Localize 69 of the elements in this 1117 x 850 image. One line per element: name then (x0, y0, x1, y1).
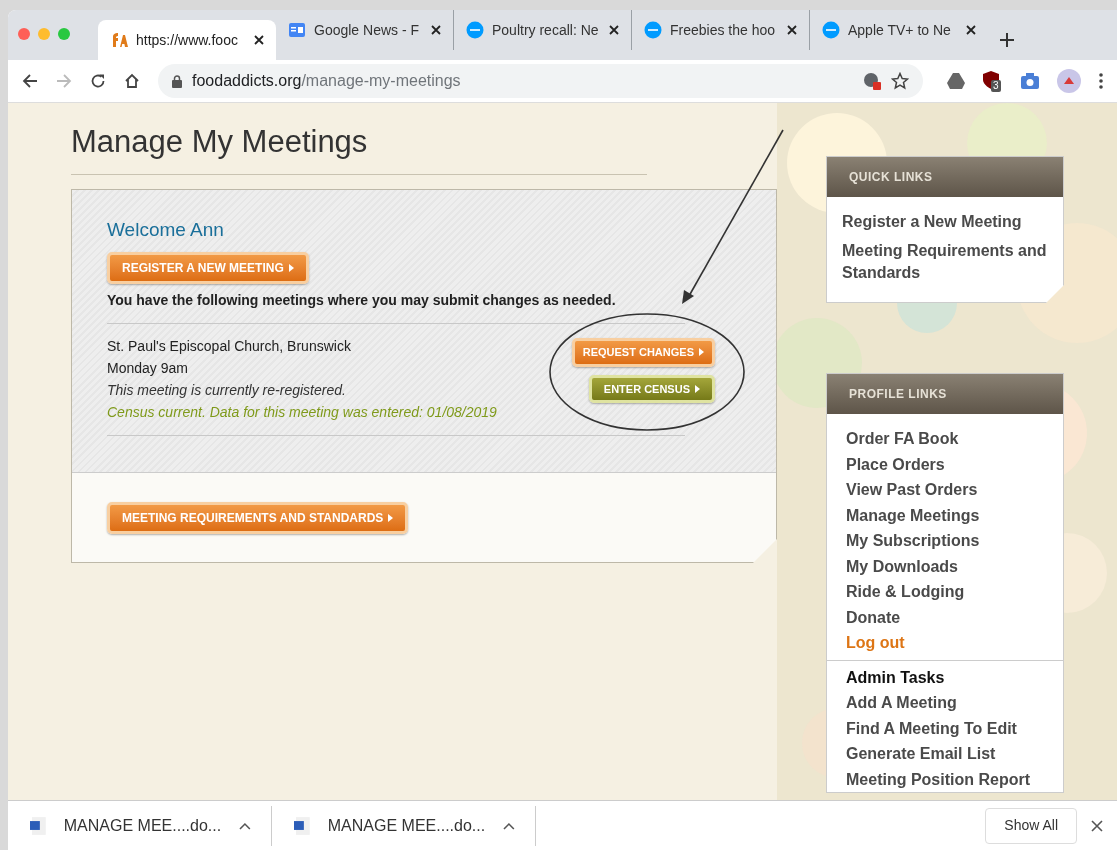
browser-tab[interactable]: Apple TV+ to Ne (810, 10, 988, 50)
download-item[interactable]: MANAGE MEE....do... (8, 805, 272, 846)
close-icon[interactable] (609, 25, 619, 35)
document-icon (30, 816, 46, 835)
admin-heading: Admin Tasks (827, 659, 1063, 690)
tab-title: https://www.fooc (136, 30, 239, 50)
quick-link[interactable]: Register a New Meeting (842, 211, 1048, 233)
browser-tab[interactable]: https://www.fooc (98, 20, 276, 60)
caret-icon (388, 513, 394, 522)
circle-logo-icon (822, 21, 840, 39)
back-icon[interactable] (22, 73, 38, 89)
close-icon[interactable] (966, 25, 976, 35)
close-icon[interactable] (254, 35, 264, 45)
download-item[interactable]: MANAGE MEE....do... (272, 805, 536, 846)
caret-up-icon[interactable] (239, 821, 251, 830)
browser-tab[interactable]: Poultry recall: Ne (454, 10, 632, 50)
welcome-heading: Welcome Ann (107, 217, 225, 242)
profile-link[interactable]: Find A Meeting To Edit (827, 715, 1063, 741)
caret-up-icon[interactable] (503, 821, 515, 830)
panel-header: QUICK LINKS (827, 157, 1063, 197)
profile-link[interactable]: View Past Orders (827, 477, 1063, 503)
caret-icon (288, 264, 294, 272)
profile-link[interactable]: Order FA Book (827, 426, 1063, 452)
file-name: MANAGE MEE....do... (327, 815, 486, 836)
profile-link[interactable]: Manage Meetings (827, 502, 1063, 528)
address-bar[interactable]: foodaddicts.org/manage-my-meetings (158, 64, 923, 98)
show-all-button[interactable]: Show All (985, 807, 1077, 844)
file-name: MANAGE MEE....do... (63, 815, 222, 836)
circle-logo-icon (644, 21, 662, 39)
tab-title: Poultry recall: Ne (492, 20, 600, 40)
caret-icon (695, 384, 700, 393)
intro-text: You have the following meetings where you may submit changes as needed. (107, 291, 617, 310)
document-icon (294, 816, 310, 835)
census-status: Census current. Data for this meeting was entered: 01/08/2019 (107, 404, 497, 421)
meeting-time: Monday 9am (107, 360, 189, 377)
lock-icon (172, 74, 182, 88)
profile-link[interactable]: Place Orders (827, 451, 1063, 477)
star-icon[interactable] (891, 72, 909, 90)
close-icon[interactable] (1091, 819, 1103, 832)
url-text: foodaddicts.org/manage-my-meetings (192, 71, 461, 91)
home-icon[interactable] (124, 73, 140, 89)
profile-link[interactable]: Ride & Lodging (827, 579, 1063, 605)
extension-badge: 3 (991, 80, 1001, 92)
tab-title: Apple TV+ to Ne (848, 20, 952, 40)
caret-icon (699, 348, 704, 357)
browser-tab[interactable]: Freebies the hoo (632, 10, 810, 50)
profile-link[interactable]: Meeting Position Report (827, 766, 1063, 792)
news-icon (288, 21, 306, 39)
tab-title: Google News - F (314, 20, 421, 40)
circle-logo-icon (466, 21, 484, 39)
menu-icon[interactable] (1099, 73, 1103, 89)
close-icon[interactable] (431, 25, 441, 35)
meeting-status: This meeting is currently re-registered. (107, 382, 347, 399)
quick-link[interactable]: Meeting Requirements and Standards (842, 240, 1048, 284)
browser-tab[interactable]: Google News - F (276, 10, 454, 50)
panel-header: PROFILE LINKS (827, 374, 1063, 414)
new-tab-icon[interactable] (1000, 33, 1014, 47)
profile-link[interactable]: Add A Meeting (827, 690, 1063, 716)
avatar-icon[interactable] (1057, 69, 1081, 93)
profile-link[interactable]: My Downloads (827, 553, 1063, 579)
profile-link[interactable]: Donate (827, 604, 1063, 630)
close-icon[interactable] (787, 25, 797, 35)
camera-icon[interactable] (1021, 73, 1039, 89)
meeting-name: St. Paul's Episcopal Church, Brunswick (107, 338, 352, 355)
profile-link[interactable]: Generate Email List (827, 741, 1063, 767)
page-title: Manage My Meetings (71, 119, 647, 175)
profile-link[interactable]: My Subscriptions (827, 528, 1063, 554)
tab-title: Freebies the hoo (670, 20, 777, 40)
reload-icon[interactable] (90, 73, 106, 89)
